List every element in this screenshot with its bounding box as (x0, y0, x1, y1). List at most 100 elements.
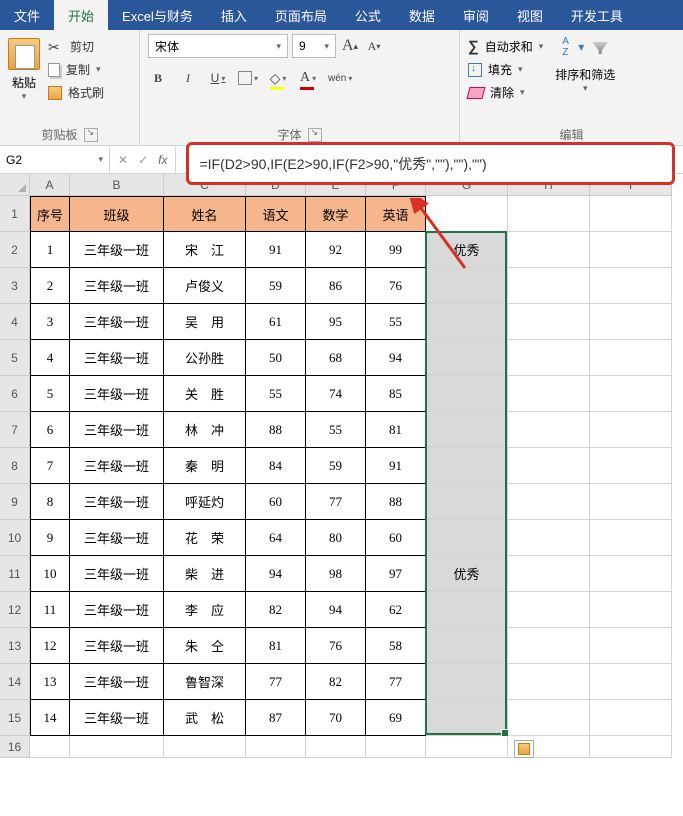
cell[interactable] (508, 232, 590, 268)
row-header-12[interactable]: 12 (0, 592, 30, 628)
cell[interactable] (590, 232, 672, 268)
enter-icon[interactable]: ✓ (138, 153, 148, 167)
cell[interactable] (426, 520, 508, 556)
cell[interactable]: 柴 进 (164, 556, 246, 592)
col-header-A[interactable]: A (30, 174, 70, 196)
cell[interactable] (30, 736, 70, 758)
cell[interactable] (426, 592, 508, 628)
cell[interactable]: 三年级一班 (70, 628, 164, 664)
cell[interactable] (590, 736, 672, 758)
cell[interactable]: 60 (246, 484, 306, 520)
formula-bar[interactable]: =IF(D2>90,IF(E2>90,IF(F2>90,"优秀",""),"")… (176, 146, 683, 173)
paste-options-button[interactable] (514, 740, 534, 758)
cell[interactable]: 82 (246, 592, 306, 628)
cell[interactable]: 数学 (306, 196, 366, 232)
cell[interactable] (590, 520, 672, 556)
cell[interactable]: 86 (306, 268, 366, 304)
cell[interactable]: 李 应 (164, 592, 246, 628)
fill-color-button[interactable]: ◇▾ (268, 68, 288, 88)
row-header-9[interactable]: 9 (0, 484, 30, 520)
row-header-2[interactable]: 2 (0, 232, 30, 268)
cell[interactable] (426, 412, 508, 448)
select-all-triangle[interactable] (0, 174, 30, 196)
cell[interactable]: 三年级一班 (70, 340, 164, 376)
cell[interactable]: 88 (366, 484, 426, 520)
cell[interactable]: 关 胜 (164, 376, 246, 412)
row-header-15[interactable]: 15 (0, 700, 30, 736)
cell[interactable] (590, 340, 672, 376)
cell[interactable]: 55 (306, 412, 366, 448)
row-header-4[interactable]: 4 (0, 304, 30, 340)
border-button[interactable]: ▾ (238, 68, 258, 88)
cell[interactable]: 10 (30, 556, 70, 592)
cell[interactable]: 卢俊义 (164, 268, 246, 304)
cell[interactable]: 60 (366, 520, 426, 556)
increase-font-button[interactable]: A▴ (340, 34, 360, 58)
cell[interactable]: 6 (30, 412, 70, 448)
cell[interactable]: 三年级一班 (70, 376, 164, 412)
cell[interactable]: 94 (306, 592, 366, 628)
bold-button[interactable]: B (148, 68, 168, 88)
cell[interactable] (590, 376, 672, 412)
cell[interactable] (164, 736, 246, 758)
cell[interactable] (590, 700, 672, 736)
row-header-11[interactable]: 11 (0, 556, 30, 592)
cell[interactable]: 三年级一班 (70, 268, 164, 304)
font-color-button[interactable]: A▾ (298, 68, 318, 88)
cell[interactable]: 优秀 (426, 232, 508, 268)
cell[interactable]: 81 (366, 412, 426, 448)
cut-button[interactable]: ✂ 剪切 (48, 38, 104, 55)
cell[interactable]: 80 (306, 520, 366, 556)
cell[interactable]: 88 (246, 412, 306, 448)
cancel-icon[interactable]: ✕ (118, 153, 128, 167)
menu-tab-1[interactable]: 开始 (54, 0, 108, 30)
row-header-13[interactable]: 13 (0, 628, 30, 664)
col-header-B[interactable]: B (70, 174, 164, 196)
cell[interactable]: 班级 (70, 196, 164, 232)
row-header-8[interactable]: 8 (0, 448, 30, 484)
cell[interactable] (426, 304, 508, 340)
cell[interactable]: 97 (366, 556, 426, 592)
row-header-16[interactable]: 16 (0, 736, 30, 758)
name-box[interactable]: G2 ▾ (0, 146, 110, 173)
cell[interactable] (426, 196, 508, 232)
menu-tab-6[interactable]: 数据 (395, 0, 449, 30)
cell[interactable] (508, 268, 590, 304)
cell[interactable]: 三年级一班 (70, 304, 164, 340)
cell[interactable]: 14 (30, 700, 70, 736)
cell[interactable]: 94 (246, 556, 306, 592)
menu-tab-0[interactable]: 文件 (0, 0, 54, 30)
cell[interactable] (426, 664, 508, 700)
cell[interactable]: 95 (306, 304, 366, 340)
row-header-6[interactable]: 6 (0, 376, 30, 412)
menu-tab-4[interactable]: 页面布局 (261, 0, 341, 30)
cell[interactable] (508, 664, 590, 700)
cell[interactable]: 3 (30, 304, 70, 340)
cell[interactable] (426, 268, 508, 304)
cell[interactable]: 84 (246, 448, 306, 484)
cell[interactable] (70, 736, 164, 758)
cell[interactable]: 三年级一班 (70, 520, 164, 556)
cell[interactable] (590, 196, 672, 232)
cell[interactable]: 三年级一班 (70, 700, 164, 736)
cell[interactable] (508, 592, 590, 628)
cell[interactable] (426, 448, 508, 484)
cell[interactable]: 76 (366, 268, 426, 304)
cell[interactable]: 94 (366, 340, 426, 376)
cell[interactable]: 9 (30, 520, 70, 556)
cell[interactable]: 公孙胜 (164, 340, 246, 376)
cell[interactable]: 50 (246, 340, 306, 376)
cell[interactable]: 85 (366, 376, 426, 412)
cell[interactable] (508, 520, 590, 556)
italic-button[interactable]: I (178, 68, 198, 88)
cell[interactable]: 7 (30, 448, 70, 484)
cell[interactable] (508, 628, 590, 664)
cell[interactable]: 优秀 (426, 556, 508, 592)
cell[interactable]: 花 荣 (164, 520, 246, 556)
cell[interactable]: 林 冲 (164, 412, 246, 448)
cell[interactable]: 语文 (246, 196, 306, 232)
format-painter-button[interactable]: 格式刷 (48, 84, 104, 101)
cell[interactable]: 朱 仝 (164, 628, 246, 664)
cell[interactable]: 三年级一班 (70, 232, 164, 268)
cell[interactable]: 序号 (30, 196, 70, 232)
